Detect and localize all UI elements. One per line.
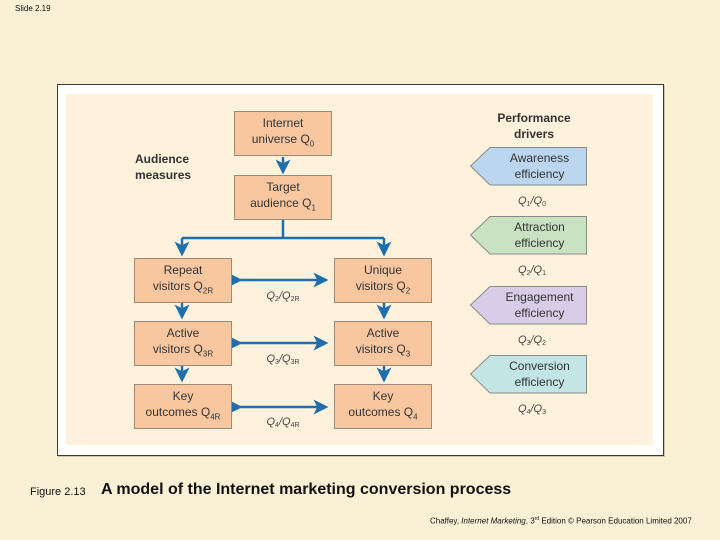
box-line: Internet <box>262 115 304 130</box>
driver-ratio: Q1/Q0 <box>518 195 546 208</box>
driver-ratio: Q3/Q2 <box>518 334 546 347</box>
box-line: visitors Q3R <box>152 341 214 359</box>
box-line: Unique <box>363 262 403 277</box>
key-outcomes-repeat-box: Key outcomes Q4R <box>134 384 232 429</box>
audience-measures-heading: Audience measures <box>135 151 191 183</box>
box-line: Target <box>266 179 300 194</box>
box-line: Active <box>366 325 400 340</box>
driver-awareness-efficiency: Awareness efficiency <box>470 147 587 186</box>
unique-visitors-box: Unique visitors Q2 <box>334 258 432 303</box>
driver-label: Awareness efficiency <box>492 147 587 185</box>
heading-line: measures <box>135 168 192 182</box>
repeat-visitors-box: Repeat visitors Q2R <box>134 258 232 303</box>
key-outcomes-box: Key outcomes Q4 <box>334 384 432 429</box>
box-line: audience Q1 <box>250 195 316 213</box>
heading-line: Performance <box>497 111 571 125</box>
driver-line: efficiency <box>514 236 565 250</box>
driver-ratio: Q2/Q1 <box>518 264 546 277</box>
driver-line: Engagement <box>505 290 574 304</box>
active-visitors-box: Active visitors Q3 <box>334 321 432 366</box>
driver-line: Awareness <box>509 151 570 165</box>
box-line: visitors Q2 <box>355 278 411 296</box>
driver-line: efficiency <box>514 306 565 320</box>
box-line: outcomes Q4 <box>348 404 418 422</box>
driver-conversion-efficiency: Conversion efficiency <box>470 355 587 394</box>
driver-line: efficiency <box>514 167 565 181</box>
box-line: Active <box>166 325 200 340</box>
box-line: Key <box>372 388 394 403</box>
copyright-credit: Chaffey, Internet Marketing, 3rd Edition… <box>430 516 692 526</box>
ratio-q2-q2r: Q2/Q2R <box>266 290 300 303</box>
driver-line: Attraction <box>514 220 565 234</box>
box-line: visitors Q2R <box>152 278 214 296</box>
figure-label: Figure 2.13 <box>30 486 86 498</box>
box-line: universe Q0 <box>251 131 315 149</box>
driver-label: Attraction efficiency <box>492 216 587 254</box>
active-visitors-repeat-box: Active visitors Q3R <box>134 321 232 366</box>
driver-ratio: Q4/Q3 <box>518 403 546 416</box>
driver-line: Conversion <box>509 359 570 373</box>
figure-title: A model of the Internet marketing conver… <box>101 481 512 498</box>
driver-label: Conversion efficiency <box>492 355 587 393</box>
box-line: outcomes Q4R <box>145 404 221 422</box>
performance-drivers-heading: Performance drivers <box>490 110 578 142</box>
driver-line: efficiency <box>514 375 565 389</box>
driver-label: Engagement efficiency <box>492 286 587 324</box>
box-line: Repeat <box>163 262 203 277</box>
internet-universe-box: Internet universe Q0 <box>234 111 332 156</box>
box-line: Key <box>172 388 194 403</box>
heading-line: drivers <box>513 127 555 141</box>
driver-attraction-efficiency: Attraction efficiency <box>470 216 587 255</box>
target-audience-box: Target audience Q1 <box>234 175 332 220</box>
ratio-q4-q4r: Q4/Q4R <box>266 416 300 429</box>
box-line: visitors Q3 <box>355 341 411 359</box>
driver-engagement-efficiency: Engagement efficiency <box>470 286 587 325</box>
heading-line: Audience <box>135 152 190 166</box>
ratio-q3-q3r: Q3/Q3R <box>266 353 300 366</box>
